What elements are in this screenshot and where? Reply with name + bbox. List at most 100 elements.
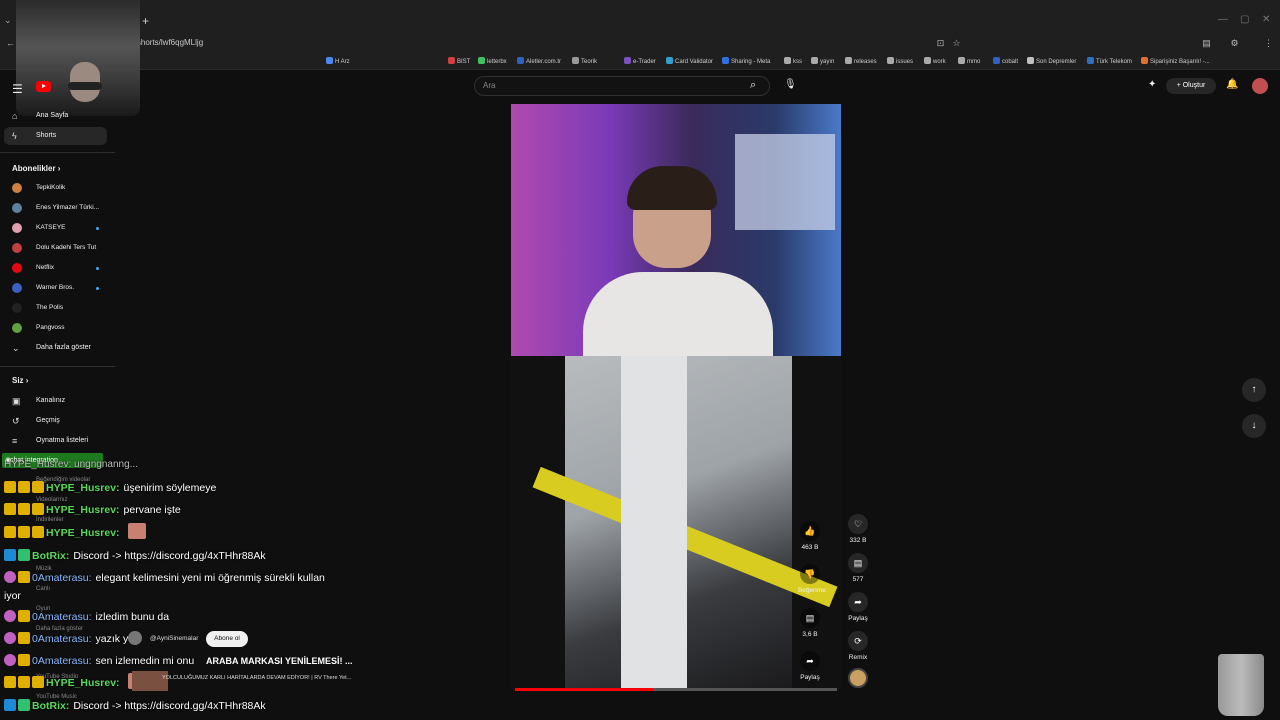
subscription-item[interactable]: KATSEYE [0, 219, 115, 237]
notifications-bell-icon[interactable]: 🔔 [1226, 79, 1238, 90]
bookmark-item[interactable]: Siparişiniz Başarılı! -... [1141, 57, 1210, 67]
sidebar-item-history[interactable]: ↺ Geçmiş [0, 412, 115, 430]
chat-username[interactable]: HYPE_Husrev: [46, 677, 120, 689]
channel-icon: ▣ [12, 396, 21, 406]
chat-badge-icon [4, 632, 16, 644]
sidebar-show-more[interactable]: ⌄ Daha fazla göster [0, 339, 115, 357]
hamburger-menu-icon[interactable]: ☰ [12, 82, 23, 96]
chat-badge-icon [18, 654, 30, 666]
channel-avatar [12, 243, 22, 253]
bookmark-item[interactable]: Son Depremler [1027, 57, 1076, 67]
overlay-like-button[interactable]: 👍 463 B [798, 521, 822, 551]
new-tab-button[interactable]: + [142, 14, 149, 28]
chat-username[interactable]: 0Amaterasu: [32, 611, 92, 623]
comment-icon: ▤ [848, 553, 868, 573]
overlay-dislike-button[interactable]: 👎 Beğenme [798, 564, 826, 594]
account-avatar[interactable] [1252, 78, 1268, 94]
home-icon: ⌂ [12, 111, 18, 121]
sidebar-item-home[interactable]: ⌂ Ana Sayfa [0, 107, 115, 125]
bookmark-folder[interactable]: mmo [958, 57, 980, 67]
like-button[interactable]: ♡ 332 B [846, 514, 870, 544]
channel-avatar-small[interactable] [128, 631, 142, 645]
bookmark-item[interactable]: H Arz [326, 57, 350, 67]
next-short-button[interactable]: ↓ [1242, 414, 1266, 438]
share-icon: ➦ [800, 651, 820, 671]
sidebar-divider [0, 152, 115, 153]
bookmark-item[interactable]: BIST [448, 57, 470, 67]
short-title[interactable]: ARABA MARKASI YENİLEMESİ! ... [206, 656, 353, 666]
chat-username[interactable]: BotRix: [32, 550, 69, 562]
chat-message: HYPE_Husrev: [4, 523, 146, 543]
share-button[interactable]: ➦ Paylaş [846, 592, 870, 622]
youtube-logo[interactable] [36, 81, 51, 92]
chat-message: BotRix: Discord -> https://discord.gg/4xT… [4, 696, 266, 716]
chat-message-partial: HYPE_Husrev: ungngnanng... [4, 459, 138, 470]
menu-icon[interactable]: ⋮ [1262, 37, 1275, 50]
subscription-item[interactable]: Dolu Kadehi Ters Tut [0, 239, 115, 257]
chat-username[interactable]: BotRix: [32, 700, 69, 712]
bookmark-folder[interactable]: kss [784, 57, 802, 67]
cast-icon[interactable]: ✦ [1148, 79, 1156, 90]
subscription-item[interactable]: TepkiKolik [0, 179, 115, 197]
search-icon[interactable]: ⌕ [750, 79, 756, 92]
bookmark-folder[interactable]: issues [887, 57, 913, 67]
browser-tab-bar: ⌄ + — ▢ ✕ [0, 0, 1280, 34]
tab-list-dropdown[interactable]: ⌄ [4, 15, 12, 26]
bookmark-item[interactable]: cobalt [993, 57, 1018, 67]
subscribe-button[interactable]: Abone ol [206, 631, 248, 647]
close-window-button[interactable]: ✕ [1262, 14, 1270, 25]
bookmark-folder[interactable]: work [924, 57, 946, 67]
history-icon: ↺ [12, 416, 20, 426]
chat-emote [127, 523, 146, 539]
remix-button[interactable]: ⟳ Remix [846, 631, 870, 661]
subscriptions-heading[interactable]: Abonelikler › [12, 164, 60, 173]
related-video-title[interactable]: YOLCULUĞUMUZ KARLI HARİTALARDA DEVAM EDİ… [162, 675, 351, 681]
bookmark-folder[interactable]: releases [845, 57, 877, 67]
comments-button[interactable]: ▤ 577 [846, 553, 870, 583]
chat-username[interactable]: HYPE_Husrev: [46, 504, 120, 516]
sidebar-item-shorts[interactable]: ϟ Shorts [4, 127, 107, 145]
channel-handle[interactable]: @AyniSinemalar [150, 635, 198, 642]
chat-username[interactable]: HYPE_Husrev: [46, 482, 120, 494]
chat-badge-icon [18, 481, 30, 493]
subscription-item[interactable]: The Polis [0, 299, 115, 317]
bookmark-item[interactable]: Teorik [572, 57, 597, 67]
share-icon: ➦ [848, 592, 868, 612]
subscription-item[interactable]: Enes Yilmazer Türki... [0, 199, 115, 217]
bookmark-item[interactable]: Sharing - Meta [722, 57, 770, 67]
bookmark-item[interactable]: Türk Telekom [1087, 57, 1132, 67]
bookmark-item[interactable]: Aletler.com.tr [517, 57, 561, 67]
bookmark-item[interactable]: letterbx [478, 57, 507, 67]
related-video-thumbnail[interactable] [132, 671, 168, 691]
search-input[interactable]: Ara [474, 76, 770, 96]
chat-badge-icon [4, 571, 16, 583]
subscription-item[interactable]: Netflix [0, 259, 115, 277]
microphone-icon[interactable]: 🎙 [784, 79, 797, 90]
overlay-comment-button[interactable]: ▤ 3,6 B [798, 608, 822, 638]
bookmark-item[interactable]: Card Validator [666, 57, 713, 67]
new-content-dot [96, 227, 99, 230]
sidebar-item-playlists[interactable]: ≡ Oynatma listeleri [0, 432, 115, 450]
maximize-button[interactable]: ▢ [1240, 14, 1249, 25]
bookmark-folder[interactable]: yayın [811, 57, 834, 67]
overlay-share-button[interactable]: ➦ Paylaş [798, 651, 822, 681]
create-button[interactable]: + Oluştur [1166, 78, 1216, 94]
chat-username[interactable]: 0Amaterasu: [32, 572, 92, 584]
star-icon[interactable]: ☆ [950, 37, 963, 50]
extensions-icon[interactable]: ⚙ [1228, 37, 1241, 50]
previous-short-button[interactable]: ↑ [1242, 378, 1266, 402]
video-progress-bar[interactable] [515, 688, 837, 691]
chat-username[interactable]: 0Amaterasu: [32, 633, 92, 645]
chat-username[interactable]: 0Amaterasu: [32, 655, 92, 667]
minimize-button[interactable]: — [1218, 14, 1228, 25]
subscription-item[interactable]: Pangvoss [0, 319, 115, 337]
chat-username[interactable]: HYPE_Husrev: [46, 527, 120, 539]
you-heading[interactable]: Siz › [12, 376, 28, 385]
channel-avatar[interactable] [848, 668, 868, 688]
shorts-video-player[interactable] [511, 104, 841, 690]
install-icon[interactable]: ⊡ [934, 37, 947, 50]
sidebar-item-your-channel[interactable]: ▣ Kanalınız [0, 392, 115, 410]
bookmark-item[interactable]: e-Trader [624, 57, 656, 67]
sidebar-toggle-icon[interactable]: ▤ [1200, 37, 1213, 50]
subscription-item[interactable]: Warner Bros. [0, 279, 115, 297]
